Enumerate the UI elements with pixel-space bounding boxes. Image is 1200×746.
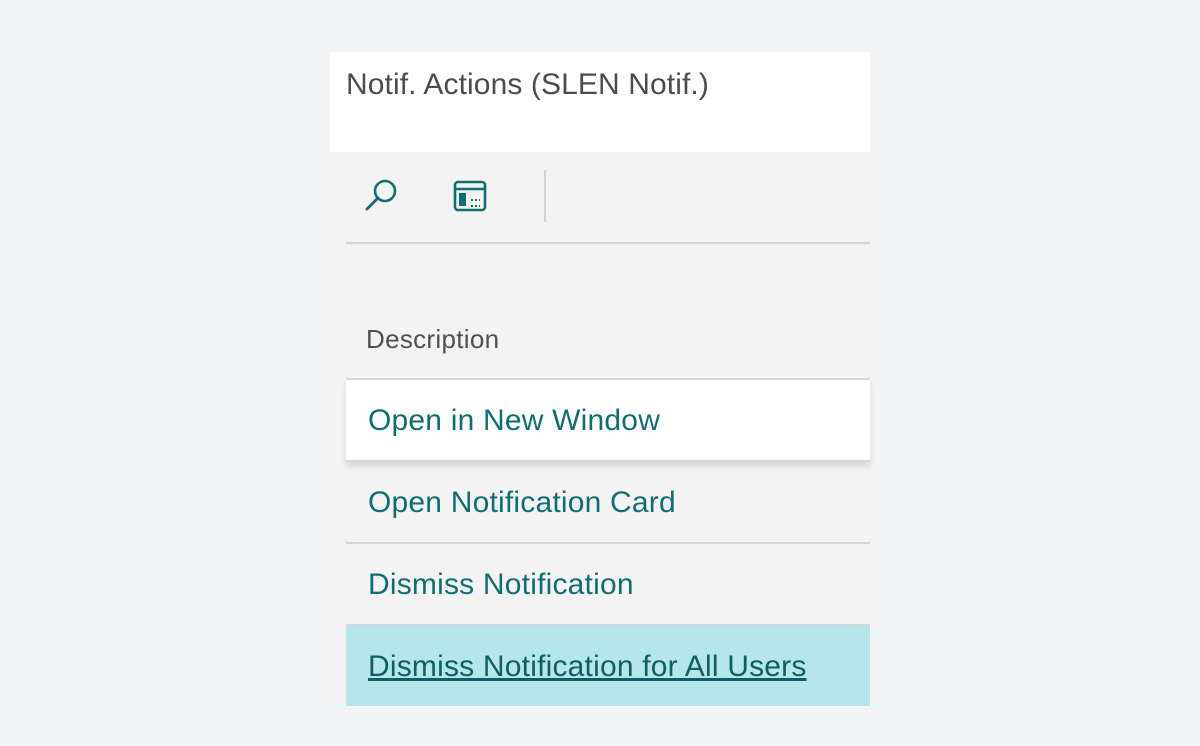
list-item-label[interactable]: Dismiss Notification: [368, 568, 634, 602]
search-button[interactable]: [360, 174, 404, 218]
list-item[interactable]: Dismiss Notification: [346, 544, 870, 626]
notification-actions-panel: Notif. Actions (SLEN Notif.) Description…: [330, 52, 870, 706]
column-header-label: Description: [366, 324, 500, 354]
page-title: Notif. Actions (SLEN Notif.): [346, 68, 709, 101]
list-item-label[interactable]: Dismiss Notification for All Users: [368, 650, 807, 684]
search-icon: [365, 179, 397, 211]
title-bar: Notif. Actions (SLEN Notif.): [330, 52, 870, 152]
toolbar-separator: [544, 170, 546, 222]
list-item[interactable]: Open Notification Card: [346, 462, 870, 544]
list-item-label[interactable]: Open Notification Card: [368, 486, 676, 520]
list-item[interactable]: Open in New Window: [346, 380, 870, 462]
layout-button[interactable]: [448, 174, 492, 218]
toolbar: [346, 152, 870, 244]
list-item-label[interactable]: Open in New Window: [368, 404, 660, 438]
actions-list: Description Open in New Window Open Noti…: [346, 302, 870, 706]
layout-icon: [453, 180, 487, 212]
column-header-description[interactable]: Description: [346, 302, 870, 380]
list-item-hovered[interactable]: Dismiss Notification for All Users: [346, 626, 870, 706]
